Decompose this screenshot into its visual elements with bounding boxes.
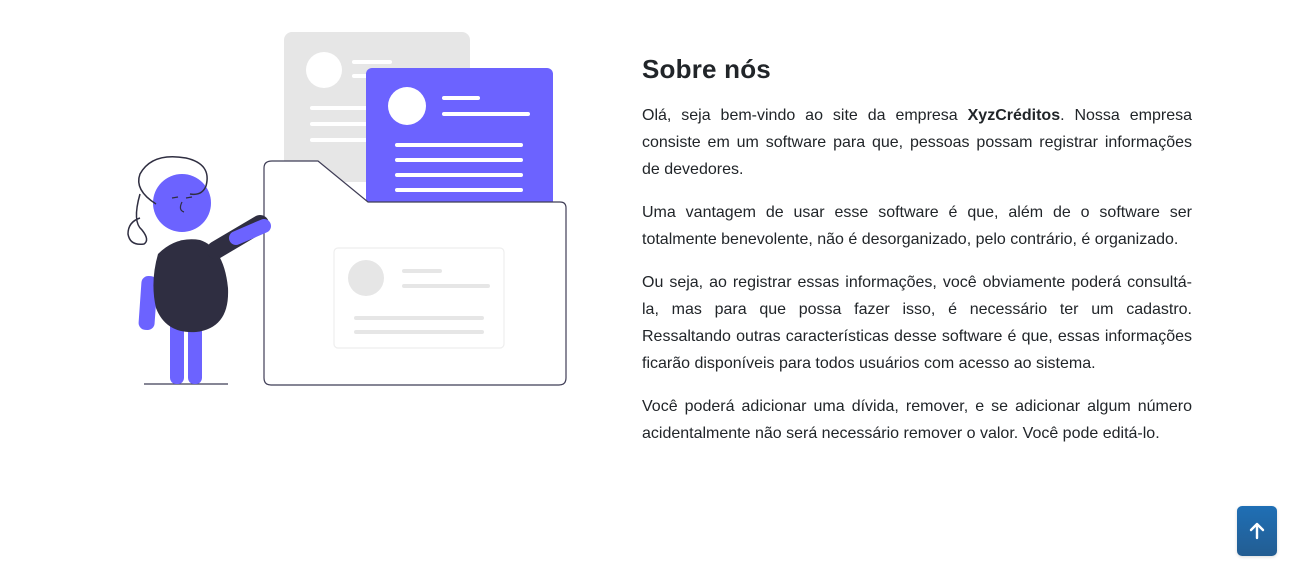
company-name: XyzCréditos <box>967 107 1061 124</box>
about-paragraph-2: Uma vantagem de usar esse software é que… <box>642 204 1192 248</box>
about-title: Sobre nós <box>642 54 771 84</box>
about-paragraph-1-intro: Olá, seja bem-vindo ao site da empresa <box>642 107 968 124</box>
person-with-folder-illustration <box>127 32 567 386</box>
back-to-top-button[interactable] <box>1237 506 1277 556</box>
about-illustration <box>120 26 580 396</box>
page: Sobre nós Olá, seja bem-vindo ao site da… <box>0 0 1302 567</box>
about-paragraph-1: Olá, seja bem-vindo ao site da empresa X… <box>642 102 1192 183</box>
about-paragraph-4: Você poderá adicionar uma dívida, remove… <box>642 398 1192 442</box>
about-section: Sobre nós Olá, seja bem-vindo ao site da… <box>642 50 1192 463</box>
about-paragraph-3: Ou seja, ao registrar essas informações,… <box>642 274 1192 372</box>
arrow-up-icon <box>1249 522 1265 540</box>
person <box>127 156 271 385</box>
